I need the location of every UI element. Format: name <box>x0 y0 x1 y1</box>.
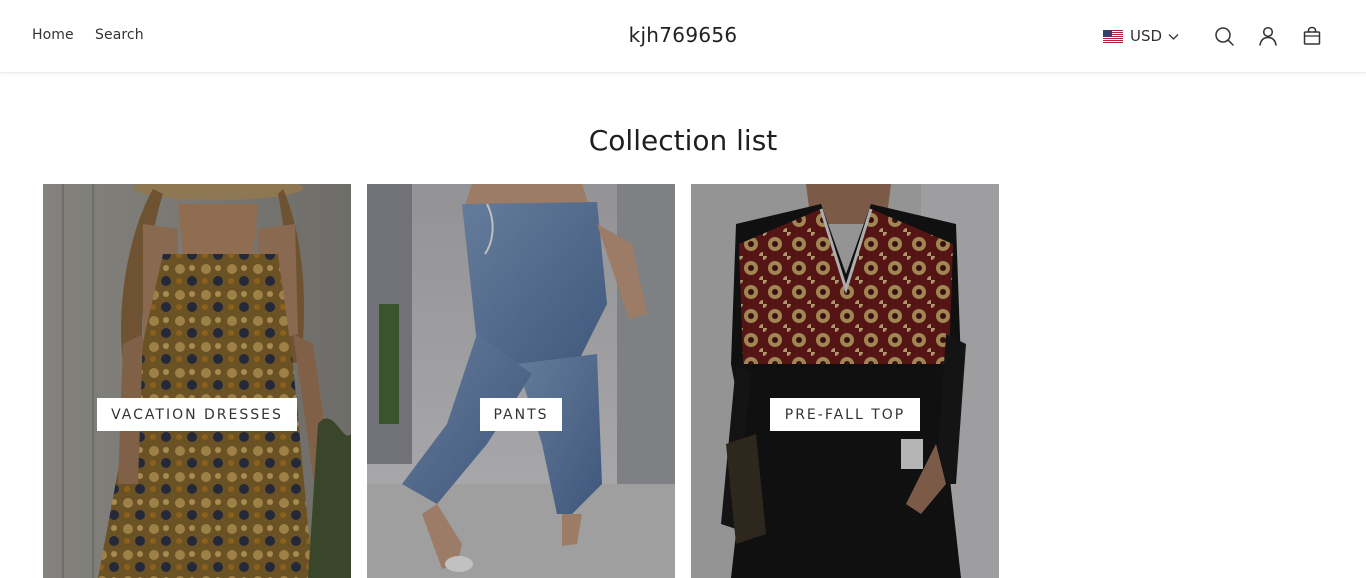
collection-card-pants[interactable]: PANTS <box>367 184 675 578</box>
collection-label-vacation-dresses[interactable]: VACATION DRESSES <box>97 398 297 431</box>
collection-label-pants[interactable]: PANTS <box>480 398 562 431</box>
collection-image-vacation-dresses <box>43 184 351 578</box>
us-flag-icon <box>1103 29 1123 43</box>
collection-list-title: Collection list <box>588 124 778 157</box>
cart-icon[interactable] <box>1301 25 1323 47</box>
site-header: Home Search kjh769656 USD <box>0 0 1366 73</box>
collection-card-pre-fall-top[interactable]: PRE-FALL TOP <box>691 184 999 578</box>
chevron-down-icon <box>1168 33 1179 40</box>
account-icon[interactable] <box>1257 25 1279 47</box>
collection-label-pre-fall-top[interactable]: PRE-FALL TOP <box>770 398 920 431</box>
brand-name[interactable]: kjh769656 <box>629 23 738 47</box>
currency-code: USD <box>1130 27 1163 45</box>
collection-image-pants <box>367 184 675 578</box>
currency-selector[interactable]: USD <box>1103 26 1179 46</box>
search-icon[interactable] <box>1213 25 1235 47</box>
collection-image-pre-fall-top <box>691 184 999 578</box>
collection-card-vacation-dresses[interactable]: VACATION DRESSES <box>43 184 351 578</box>
